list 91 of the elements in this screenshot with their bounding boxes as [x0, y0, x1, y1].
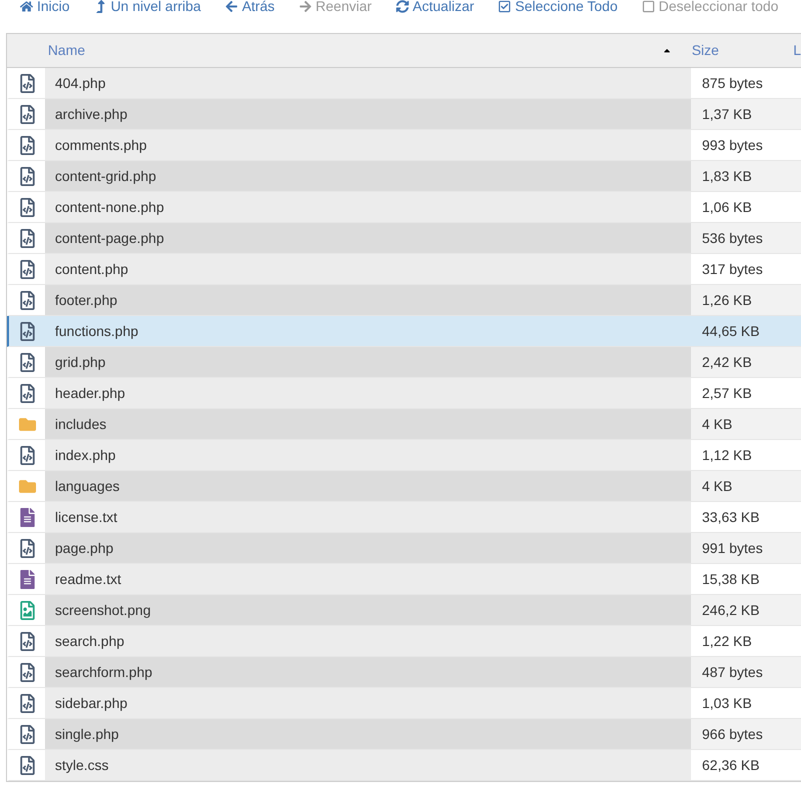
file-row[interactable]: content-grid.php 1,83 KB [7, 161, 801, 192]
file-size: 991 bytes [691, 533, 801, 563]
file-name: 404.php [45, 68, 691, 98]
arrow-right-icon [298, 0, 312, 12]
file-name: screenshot.png [45, 595, 691, 625]
toolbar-button[interactable]: Atrás [224, 0, 275, 16]
code-file-icon [18, 384, 36, 402]
code-file-icon [18, 290, 36, 310]
file-name: footer.php [45, 285, 691, 315]
file-name: content-grid.php [45, 161, 691, 191]
file-row[interactable]: footer.php 1,26 KB [7, 285, 801, 316]
code-file-icon [18, 260, 36, 278]
file-row[interactable]: includes 4 KB [7, 409, 801, 440]
code-file-icon [18, 104, 36, 124]
file-row[interactable]: header.php 2,57 KB [7, 378, 801, 409]
toolbar-button[interactable]: Inicio [20, 0, 70, 16]
file-row[interactable]: languages 4 KB [7, 471, 801, 502]
code-file-icon [18, 662, 36, 682]
file-row[interactable]: screenshot.png 246,2 KB [7, 595, 801, 626]
code-file-icon [18, 632, 36, 650]
code-file-icon [18, 228, 36, 248]
file-row[interactable]: page.php 991 bytes [7, 533, 801, 564]
file-row[interactable]: index.php 1,12 KB [7, 440, 801, 471]
file-size: 966 bytes [691, 719, 801, 749]
file-name: archive.php [45, 99, 691, 129]
arrow-left-icon [224, 0, 238, 12]
file-size: 4 KB [691, 409, 801, 439]
file-size: 246,2 KB [691, 595, 801, 625]
toolbar-button[interactable]: Seleccione Todo [498, 0, 618, 16]
file-name: content-page.php [45, 223, 691, 253]
code-file-icon [18, 136, 36, 154]
file-name: style.css [45, 750, 691, 780]
code-file-icon [18, 756, 36, 774]
file-name: sidebar.php [45, 688, 691, 718]
file-row[interactable]: searchform.php 487 bytes [7, 657, 801, 688]
file-row[interactable]: functions.php 44,65 KB [7, 316, 801, 347]
file-row[interactable]: archive.php 1,37 KB [7, 99, 801, 130]
file-row[interactable]: content.php 317 bytes [7, 254, 801, 285]
file-size: 1,37 KB [691, 99, 801, 129]
file-name: languages [45, 471, 691, 501]
refresh-icon [396, 0, 409, 12]
code-file-icon [18, 538, 36, 558]
file-size: 1,26 KB [691, 285, 801, 315]
file-name: content-none.php [45, 192, 691, 222]
file-name: functions.php [45, 316, 691, 346]
file-row[interactable]: grid.php 2,42 KB [7, 347, 801, 378]
file-row[interactable]: comments.php 993 bytes [7, 130, 801, 161]
file-name: includes [45, 409, 691, 439]
file-name: header.php [45, 378, 691, 408]
file-size: 536 bytes [691, 223, 801, 253]
home-icon [20, 0, 33, 12]
file-size: 487 bytes [691, 657, 801, 687]
file-name: searchform.php [45, 657, 691, 687]
code-file-icon [18, 352, 36, 372]
text-file-icon [18, 508, 36, 526]
file-name: search.php [45, 626, 691, 656]
empty-box-icon [642, 0, 655, 12]
code-file-icon [18, 446, 36, 464]
file-row[interactable]: content-page.php 536 bytes [7, 223, 801, 254]
file-name: license.txt [45, 502, 691, 532]
toolbar-button[interactable]: Actualizar [396, 0, 474, 16]
code-file-icon [18, 74, 36, 92]
file-row[interactable]: 404.php 875 bytes [7, 68, 801, 99]
toolbar-button[interactable]: Un nivel arriba [94, 0, 201, 16]
code-file-icon [18, 724, 36, 744]
code-file-icon [18, 694, 36, 712]
file-name: index.php [45, 440, 691, 470]
file-name: comments.php [45, 130, 691, 160]
text-file-icon [18, 570, 36, 588]
checked-box-icon [498, 0, 512, 12]
code-file-icon [18, 322, 36, 340]
file-name: readme.txt [45, 564, 691, 594]
file-row[interactable]: sidebar.php 1,03 KB [7, 688, 801, 719]
file-name: single.php [45, 719, 691, 749]
code-file-icon [18, 198, 36, 216]
code-file-icon [18, 166, 36, 186]
file-name: page.php [45, 533, 691, 563]
file-row[interactable]: readme.txt 15,38 KB [7, 564, 801, 595]
file-row[interactable]: single.php 966 bytes [7, 719, 801, 750]
file-name: grid.php [45, 347, 691, 377]
file-size: 4 KB [691, 471, 801, 501]
file-row[interactable]: content-none.php 1,06 KB [7, 192, 801, 223]
level-up-icon [94, 0, 107, 12]
file-row[interactable]: license.txt 33,63 KB [7, 502, 801, 533]
image-file-icon [18, 600, 36, 620]
file-row[interactable]: style.css 62,36 KB [7, 750, 801, 781]
file-row[interactable]: search.php 1,22 KB [7, 626, 801, 657]
file-size: 2,42 KB [691, 347, 801, 377]
file-size: 44,65 KB [691, 316, 801, 346]
file-size: 1,83 KB [691, 161, 801, 191]
file-name: content.php [45, 254, 691, 284]
